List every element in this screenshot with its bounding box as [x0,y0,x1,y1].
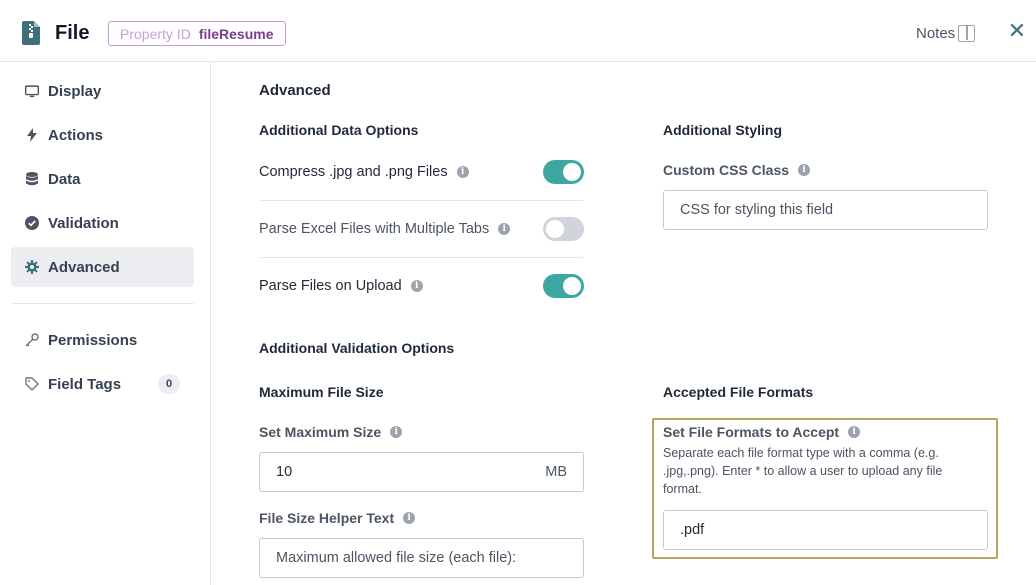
notes-panel-icon[interactable] [958,25,975,42]
parse-excel-toggle[interactable] [543,217,584,241]
property-id-badge[interactable]: Property ID fileResume [108,21,286,46]
set-file-formats-label: Set File Formats to Accept [663,424,840,440]
custom-css-class-placeholder: CSS for styling this field [680,202,834,218]
info-icon[interactable]: i [410,280,423,292]
parse-on-upload-toggle[interactable] [543,274,584,298]
tag-icon [25,377,39,391]
sidebar-item-advanced[interactable]: Advanced [11,247,194,287]
sidebar-item-label: Data [48,170,81,188]
sidebar-item-permissions[interactable]: Permissions [11,320,194,360]
property-id-value: fileResume [198,25,274,42]
file-size-helper-input[interactable]: Maximum allowed file size (each file): [259,538,584,578]
close-icon[interactable]: ✕ [1006,20,1028,42]
accepted-file-formats-title: Accepted File Formats [663,384,814,400]
sidebar-item-label: Permissions [48,331,138,349]
max-size-unit: MB [545,464,567,480]
section-title: Advanced [259,82,331,99]
set-max-size-label: Set Maximum Size [259,424,382,440]
parse-on-upload-label: Parse Files on Upload [259,278,402,294]
sidebar-item-validation[interactable]: Validation [11,203,194,243]
file-formats-input[interactable]: .pdf [663,510,988,550]
info-icon[interactable]: i [390,426,403,438]
max-size-input[interactable]: 10 MB [259,452,584,492]
compress-files-toggle[interactable] [543,160,584,184]
parse-excel-label: Parse Excel Files with Multiple Tabs [259,221,490,237]
set-max-size-label-row: Set Maximum Size i [259,424,403,440]
info-icon[interactable]: i [456,166,469,178]
info-icon[interactable]: i [403,512,416,524]
file-size-helper-label-row: File Size Helper Text i [259,510,416,526]
sidebar-item-label: Actions [48,126,104,144]
sidebar-item-display[interactable]: Display [11,71,194,111]
field-tags-count-badge: 0 [158,374,180,394]
info-icon[interactable]: i [498,223,511,235]
file-size-helper-placeholder: Maximum allowed file size (each file): [276,550,517,566]
monitor-icon [25,84,39,98]
property-id-label: Property ID [120,25,191,42]
check-circle-icon [25,216,39,230]
parse-excel-row: Parse Excel Files with Multiple Tabs i [259,221,511,237]
gear-icon [25,260,39,274]
sidebar-item-label: Field Tags [48,375,122,393]
toggle-knob [546,220,564,238]
additional-validation-options-title: Additional Validation Options [259,340,455,356]
info-icon[interactable]: i [848,426,861,438]
sidebar-item-label: Advanced [48,258,120,276]
row-divider [259,257,583,258]
custom-css-class-input[interactable]: CSS for styling this field [663,190,988,230]
sidebar-item-field-tags[interactable]: Field Tags 0 [11,364,194,404]
header-bar: File Property ID fileResume Notes ✕ [0,0,1036,62]
parse-on-upload-row: Parse Files on Upload i [259,278,423,294]
sidebar: Display Actions Data Validation Advanced… [0,62,211,585]
info-icon[interactable]: i [798,164,811,176]
row-divider [259,200,583,201]
page-title: File [55,22,90,44]
database-icon [25,172,39,186]
compress-files-label: Compress .jpg and .png Files [259,164,448,180]
file-formats-helper-text: Separate each file format type with a co… [663,446,943,496]
toggle-knob [563,277,581,295]
file-formats-value: .pdf [680,522,705,538]
additional-styling-title: Additional Styling [663,122,782,138]
custom-css-class-label: Custom CSS Class [663,162,790,178]
file-size-helper-label: File Size Helper Text [259,510,395,526]
toggle-knob [563,163,581,181]
compress-files-row: Compress .jpg and .png Files i [259,164,469,180]
max-size-value: 10 [276,464,293,480]
set-file-formats-label-row: Set File Formats to Accept i [663,424,861,440]
key-icon [25,333,39,347]
file-zip-icon [22,21,40,45]
sidebar-item-label: Display [48,82,102,100]
notes-button[interactable]: Notes [916,25,955,42]
max-file-size-title: Maximum File Size [259,384,384,400]
sidebar-divider [11,303,194,304]
additional-data-options-title: Additional Data Options [259,122,419,138]
sidebar-item-actions[interactable]: Actions [11,115,194,155]
lightning-icon [25,128,39,142]
custom-css-class-label-row: Custom CSS Class i [663,162,811,178]
sidebar-item-label: Validation [48,214,119,232]
sidebar-item-data[interactable]: Data [11,159,194,199]
